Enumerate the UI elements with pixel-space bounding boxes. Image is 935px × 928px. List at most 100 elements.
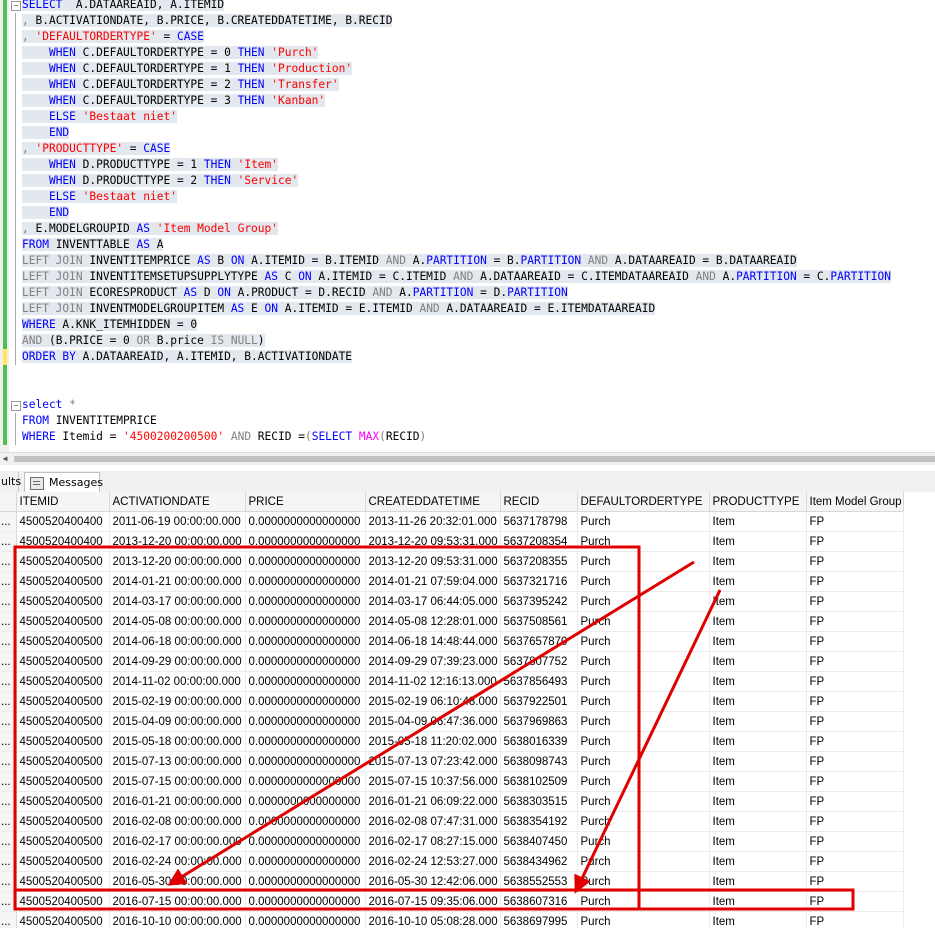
table-cell[interactable]: Purch: [577, 671, 710, 692]
table-cell[interactable]: 0.0000000000000000: [245, 831, 366, 852]
table-cell[interactable]: 2015-07-13 07:23:42.000: [365, 751, 501, 772]
table-cell[interactable]: 0.0000000000000000: [245, 631, 366, 652]
table-cell[interactable]: Purch: [577, 611, 710, 632]
table-cell[interactable]: Item: [709, 811, 807, 832]
table-cell[interactable]: 2014-01-21 07:59:04.000: [365, 571, 501, 592]
column-header[interactable]: Item Model Group: [806, 492, 904, 512]
table-cell[interactable]: Item: [709, 511, 807, 532]
table-cell[interactable]: 0.0000000000000000: [245, 531, 366, 552]
table-cell[interactable]: 2016-10-10 05:08:28.000: [365, 911, 501, 928]
collapse-toggle-icon[interactable]: −: [11, 401, 21, 411]
row-selector[interactable]: ...: [0, 771, 17, 792]
table-cell[interactable]: 5637657870: [500, 631, 578, 652]
table-cell[interactable]: Purch: [577, 731, 710, 752]
table-cell[interactable]: 5638102509: [500, 771, 578, 792]
sql-line[interactable]: , 'PRODUCTTYPE' = CASE: [22, 141, 171, 157]
table-cell[interactable]: 4500520400500: [16, 751, 110, 772]
table-cell[interactable]: 5638407450: [500, 831, 578, 852]
table-cell[interactable]: 4500520400500: [16, 811, 110, 832]
table-cell[interactable]: 2016-05-30 12:42:06.000: [365, 871, 501, 892]
table-cell[interactable]: 0.0000000000000000: [245, 731, 366, 752]
table-cell[interactable]: 2016-02-08 00:00:00.000: [109, 811, 246, 832]
table-cell[interactable]: 0.0000000000000000: [245, 851, 366, 872]
table-row[interactable]: ... 4500520400500 2015-07-15 00:00:00.000 0…: [0, 771, 904, 792]
table-cell[interactable]: Purch: [577, 831, 710, 852]
scroll-left-icon[interactable]: ◀: [0, 453, 10, 465]
row-selector[interactable]: ...: [0, 731, 17, 752]
table-row[interactable]: ... 4500520400500 2015-04-09 00:00:00.000 0…: [0, 711, 904, 732]
table-cell[interactable]: Purch: [577, 691, 710, 712]
table-cell[interactable]: Item: [709, 871, 807, 892]
table-cell[interactable]: 5637969863: [500, 711, 578, 732]
row-selector[interactable]: ...: [0, 831, 17, 852]
table-cell[interactable]: 2015-04-09 06:47:36.000: [365, 711, 501, 732]
sql-line[interactable]: FROM INVENTTABLE AS A: [22, 237, 164, 253]
table-cell[interactable]: 4500520400500: [16, 591, 110, 612]
table-cell[interactable]: FP: [806, 911, 904, 928]
table-cell[interactable]: 2016-01-21 00:00:00.000: [109, 791, 246, 812]
sql-line[interactable]: LEFT JOIN INVENTITEMPRICE AS B ON A.ITEM…: [22, 253, 797, 269]
table-cell[interactable]: 4500520400500: [16, 891, 110, 912]
sql-line[interactable]: LEFT JOIN INVENTMODELGROUPITEM AS E ON A…: [22, 301, 656, 317]
table-cell[interactable]: 0.0000000000000000: [245, 671, 366, 692]
sql-line[interactable]: select *: [22, 397, 76, 413]
collapse-toggle-icon[interactable]: −: [11, 1, 21, 11]
table-cell[interactable]: 5637208355: [500, 551, 578, 572]
sql-line[interactable]: WHEN C.DEFAULTORDERTYPE = 2 THEN 'Transf…: [22, 77, 339, 93]
table-cell[interactable]: 4500520400400: [16, 511, 110, 532]
table-row[interactable]: ... 4500520400500 2013-12-20 00:00:00.000 0…: [0, 551, 904, 572]
sql-line[interactable]: LEFT JOIN INVENTITEMSETUPSUPPLYTYPE AS C…: [22, 269, 891, 285]
table-cell[interactable]: 2016-05-30 00:00:00.000: [109, 871, 246, 892]
table-cell[interactable]: 2015-02-19 00:00:00.000: [109, 691, 246, 712]
table-row[interactable]: ... 4500520400500 2014-09-29 00:00:00.000 0…: [0, 651, 904, 672]
sql-line[interactable]: ELSE 'Bestaat niet': [22, 109, 177, 125]
table-cell[interactable]: 4500520400500: [16, 571, 110, 592]
table-cell[interactable]: 4500520400500: [16, 851, 110, 872]
table-cell[interactable]: Item: [709, 851, 807, 872]
editor-horizontal-scrollbar[interactable]: ◀: [0, 452, 935, 465]
row-selector[interactable]: ...: [0, 551, 17, 572]
row-selector[interactable]: ...: [0, 791, 17, 812]
table-cell[interactable]: 2014-03-17 06:44:05.000: [365, 591, 501, 612]
table-cell[interactable]: Purch: [577, 811, 710, 832]
sql-line[interactable]: END: [22, 205, 70, 221]
table-cell[interactable]: FP: [806, 671, 904, 692]
table-cell[interactable]: 4500520400500: [16, 611, 110, 632]
table-cell[interactable]: 4500520400500: [16, 731, 110, 752]
column-header[interactable]: RECID: [500, 492, 578, 512]
row-selector[interactable]: ...: [0, 911, 17, 928]
table-row[interactable]: ... 4500520400500 2016-07-15 00:00:00.000 0…: [0, 891, 904, 912]
table-cell[interactable]: FP: [806, 751, 904, 772]
table-cell[interactable]: 0.0000000000000000: [245, 691, 366, 712]
table-row[interactable]: ... 4500520400500 2014-06-18 00:00:00.000 0…: [0, 631, 904, 652]
table-cell[interactable]: Purch: [577, 871, 710, 892]
table-cell[interactable]: Item: [709, 911, 807, 928]
sql-line[interactable]: WHERE A.KNK_ITEMHIDDEN = 0: [22, 317, 198, 333]
table-cell[interactable]: 5637208354: [500, 531, 578, 552]
table-cell[interactable]: Item: [709, 751, 807, 772]
table-cell[interactable]: 5638697995: [500, 911, 578, 928]
table-cell[interactable]: 2014-05-08 00:00:00.000: [109, 611, 246, 632]
table-cell[interactable]: 4500520400500: [16, 671, 110, 692]
table-cell[interactable]: FP: [806, 771, 904, 792]
row-selector[interactable]: ...: [0, 851, 17, 872]
table-cell[interactable]: 2013-12-20 09:53:31.000: [365, 551, 501, 572]
table-cell[interactable]: Item: [709, 711, 807, 732]
table-cell[interactable]: 2013-12-20 00:00:00.000: [109, 551, 246, 572]
table-cell[interactable]: 2016-01-21 06:09:22.000: [365, 791, 501, 812]
table-row[interactable]: ... 4500520400500 2015-07-13 00:00:00.000 0…: [0, 751, 904, 772]
table-cell[interactable]: Item: [709, 571, 807, 592]
table-row[interactable]: ... 4500520400400 2011-06-19 00:00:00.000 0…: [0, 511, 904, 532]
sql-editor[interactable]: SELECT A.DATAAREAID, A.ITEMID, B.ACTIVAT…: [0, 0, 935, 452]
table-cell[interactable]: Purch: [577, 571, 710, 592]
table-cell[interactable]: FP: [806, 831, 904, 852]
sql-line[interactable]: AND (B.PRICE = 0 OR B.price IS NULL): [22, 333, 265, 349]
table-cell[interactable]: 2015-07-13 00:00:00.000: [109, 751, 246, 772]
table-cell[interactable]: 5637856493: [500, 671, 578, 692]
table-cell[interactable]: 0.0000000000000000: [245, 791, 366, 812]
table-cell[interactable]: Purch: [577, 791, 710, 812]
table-cell[interactable]: 4500520400500: [16, 711, 110, 732]
table-cell[interactable]: 0.0000000000000000: [245, 651, 366, 672]
row-selector[interactable]: ...: [0, 591, 17, 612]
table-cell[interactable]: Item: [709, 591, 807, 612]
